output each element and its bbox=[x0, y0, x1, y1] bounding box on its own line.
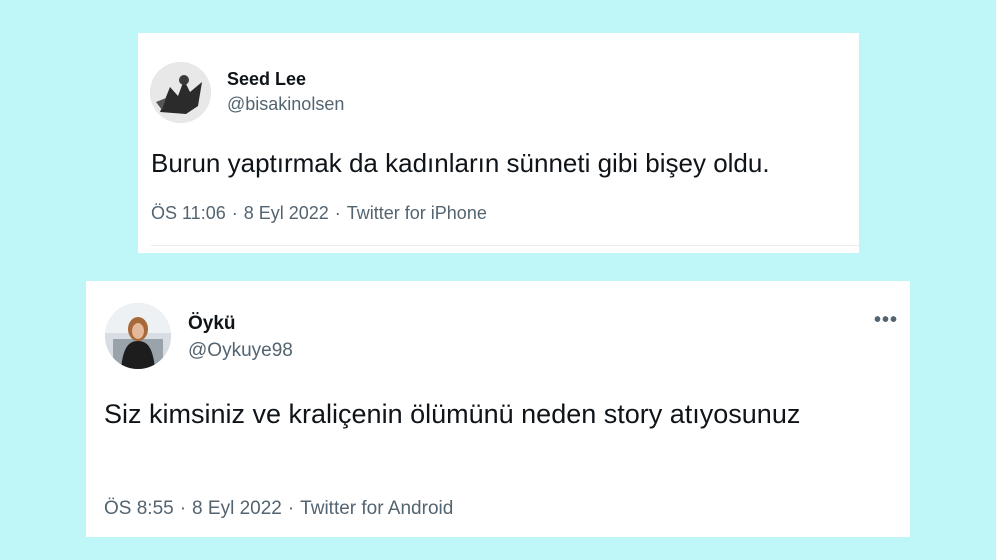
avatar[interactable] bbox=[105, 303, 171, 369]
divider bbox=[151, 245, 859, 246]
tweet-source[interactable]: Twitter for iPhone bbox=[347, 203, 487, 223]
tweet-date[interactable]: 8 Eyl 2022 bbox=[192, 498, 282, 519]
avatar-photo-icon bbox=[105, 303, 171, 369]
tweet-meta: ÖS 11:06 · 8 Eyl 2022 · Twitter for iPhone bbox=[151, 203, 487, 224]
tweet-meta: ÖS 8:55 · 8 Eyl 2022 · Twitter for Android bbox=[104, 498, 453, 520]
display-name[interactable]: Seed Lee bbox=[227, 69, 306, 90]
display-name[interactable]: Öykü bbox=[188, 313, 236, 335]
avatar[interactable] bbox=[150, 62, 211, 123]
meta-separator: · bbox=[231, 203, 238, 223]
tweet-card-seed-lee[interactable]: Seed Lee @bisakinolsen Burun yaptırmak d… bbox=[138, 33, 859, 253]
tweet-text: Siz kimsiniz ve kraliçenin ölümünü neden… bbox=[104, 399, 801, 429]
tweet-text: Burun yaptırmak da kadınların sünneti gi… bbox=[151, 148, 770, 178]
tweet-time[interactable]: ÖS 8:55 bbox=[104, 498, 174, 519]
more-options-icon[interactable]: ••• bbox=[874, 309, 898, 332]
user-handle[interactable]: @bisakinolsen bbox=[227, 94, 344, 115]
tweet-time[interactable]: ÖS 11:06 bbox=[151, 203, 226, 223]
meta-separator: · bbox=[334, 203, 341, 223]
meta-separator: · bbox=[179, 498, 187, 519]
tweet-source[interactable]: Twitter for Android bbox=[300, 498, 453, 519]
avatar-photo-icon bbox=[150, 62, 211, 123]
tweet-date[interactable]: 8 Eyl 2022 bbox=[244, 203, 329, 223]
user-handle[interactable]: @Oykuye98 bbox=[188, 340, 293, 362]
meta-separator: · bbox=[287, 498, 295, 519]
tweet-card-oyku[interactable]: Öykü @Oykuye98 ••• Siz kimsiniz ve krali… bbox=[86, 281, 910, 537]
